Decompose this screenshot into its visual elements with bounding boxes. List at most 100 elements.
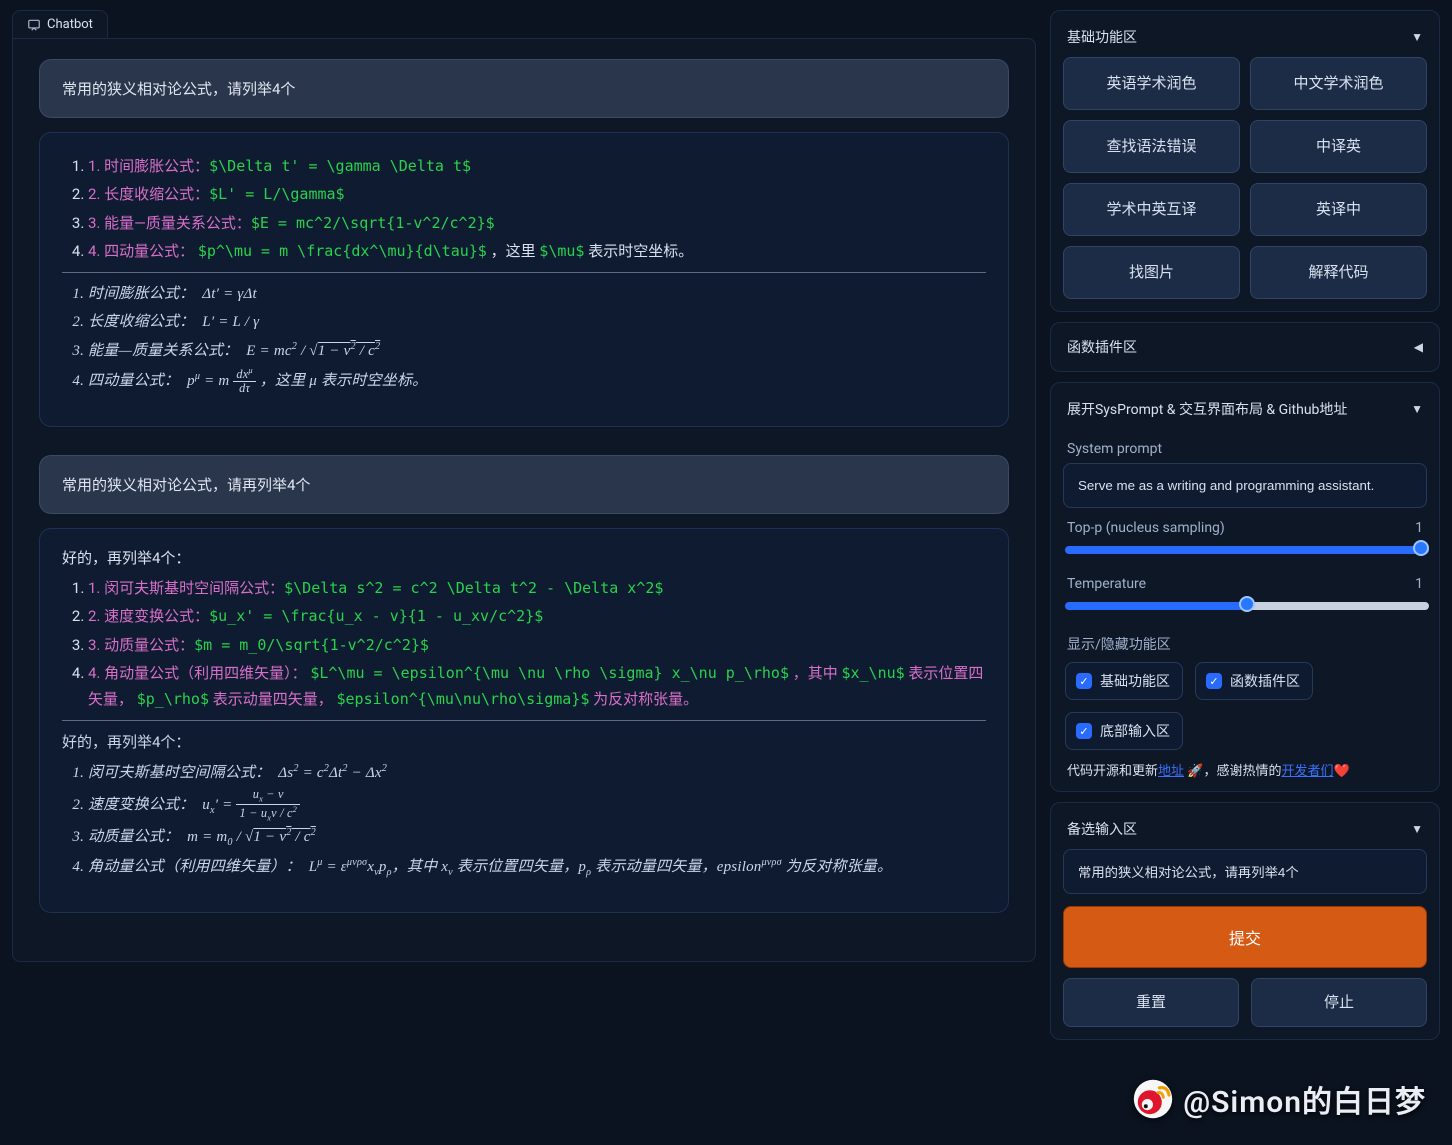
btn-en2zh[interactable]: 英译中 — [1250, 183, 1427, 236]
latex-source: $\Delta s^2 = c^2 \Delta t^2 - \Delta x^… — [284, 579, 663, 597]
toggle-label: 函数插件区 — [1230, 671, 1300, 691]
secondary-buttons: 重置 停止 — [1063, 978, 1427, 1027]
button-label: 查找语法错误 — [1106, 137, 1196, 155]
latex-source: $\mu$ — [539, 242, 584, 260]
plain-text: 为反对称张量。 — [593, 690, 698, 708]
basic-section: 基础功能区 ▼ 英语学术润色 中文学术润色 查找语法错误 中译英 学术中英互译 … — [1050, 10, 1440, 312]
section-title: 展开SysPrompt & 交互界面布局 & Github地址 — [1067, 399, 1347, 419]
assistant-pretext: 好的，再列举4个： — [62, 545, 986, 571]
stop-button[interactable]: 停止 — [1251, 978, 1427, 1027]
rendered-math: 速度变换公式： ux′ = ux − v1 − uxv / c2 — [88, 788, 986, 822]
temp-slider[interactable] — [1065, 602, 1429, 610]
tab-label: Chatbot — [47, 17, 93, 32]
list-prefix: 2. 长度收缩公式： — [88, 185, 209, 203]
plain-text: 代码开源和更新 — [1067, 764, 1158, 779]
toggle-label: 基础功能区 — [1100, 671, 1170, 691]
button-label: 停止 — [1324, 993, 1354, 1011]
list-prefix: 1. 闵可夫斯基时空间隔公式： — [88, 579, 284, 597]
credits-line: 代码开源和更新地址 🚀，感谢热情的开发者们❤️ — [1063, 754, 1427, 779]
toggle-plugins[interactable]: ✓ 函数插件区 — [1195, 662, 1313, 700]
plugins-section: 函数插件区 ◀ — [1050, 322, 1440, 372]
toggle-basic[interactable]: ✓ 基础功能区 — [1065, 662, 1183, 700]
topp-value[interactable]: 1 — [1415, 520, 1423, 536]
chevron-down-icon: ▼ — [1411, 30, 1423, 44]
system-prompt-label: System prompt — [1067, 441, 1423, 457]
list-prefix: 3. 能量—质量关系公式： — [88, 214, 251, 232]
sysprompt-section-header[interactable]: 展开SysPrompt & 交互界面布局 & Github地址 ▼ — [1063, 395, 1427, 429]
rendered-math: 闵可夫斯基时空间隔公式： Δs2 = c2Δt2 − Δx2 — [88, 760, 986, 786]
section-title: 函数插件区 — [1067, 337, 1137, 357]
rendered-math: 能量—质量关系公式： E = mc2 / √1 − v2 / c2 — [88, 338, 986, 364]
section-title: 基础功能区 — [1067, 27, 1137, 47]
checkbox-icon: ✓ — [1206, 673, 1222, 689]
button-label: 重置 — [1136, 993, 1166, 1011]
submit-button[interactable]: 提交 — [1063, 906, 1427, 968]
chevron-down-icon: ▼ — [1411, 402, 1423, 416]
btn-findimg[interactable]: 找图片 — [1063, 246, 1240, 299]
btn-zh2en[interactable]: 中译英 — [1250, 120, 1427, 173]
latex-source: $\Delta t' = \gamma \Delta t$ — [209, 157, 471, 175]
list-prefix: 2. 速度变换公式： — [88, 607, 209, 625]
topp-label: Top-p (nucleus sampling) — [1067, 520, 1225, 536]
rendered-math: 时间膨胀公式： Δt′ = γΔt — [88, 281, 986, 307]
user-message-text: 常用的狭义相对论公式，请列举4个 — [62, 80, 295, 98]
latex-source: $E = mc^2/\sqrt{1-v^2/c^2}$ — [251, 214, 495, 232]
chat-icon — [27, 18, 41, 32]
chat-panel: 常用的狭义相对论公式，请列举4个 1. 时间膨胀公式：$\Delta t' = … — [12, 38, 1036, 962]
temp-value[interactable]: 1 — [1415, 576, 1423, 592]
latex-source: $p^\mu = m \frac{dx^\mu}{d\tau}$ — [198, 242, 487, 260]
toggle-label: 底部输入区 — [1100, 721, 1170, 741]
list-prefix: 3. 动质量公式： — [88, 636, 194, 654]
sysprompt-section: 展开SysPrompt & 交互界面布局 & Github地址 ▼ System… — [1050, 382, 1440, 792]
latex-source: $L^\mu = \epsilon^{\mu \nu \rho \sigma} … — [310, 664, 789, 682]
assistant-message: 好的，再列举4个： 1. 闵可夫斯基时空间隔公式：$\Delta s^2 = c… — [39, 528, 1009, 913]
repo-link[interactable]: 地址 — [1158, 764, 1184, 779]
toggle-bottom[interactable]: ✓ 底部输入区 — [1065, 712, 1183, 750]
plain-text: ，其中 — [793, 664, 842, 682]
btn-zh-polish[interactable]: 中文学术润色 — [1250, 57, 1427, 110]
user-message-text: 常用的狭义相对论公式，请再列举4个 — [62, 476, 310, 494]
divider — [62, 272, 986, 273]
heart-icon: ❤️ — [1333, 764, 1349, 779]
btn-acad-trans[interactable]: 学术中英互译 — [1063, 183, 1240, 236]
latex-source: $x_\nu$ — [841, 664, 904, 682]
btn-explaincode[interactable]: 解释代码 — [1250, 246, 1427, 299]
rendered-math-list: 闵可夫斯基时空间隔公式： Δs2 = c2Δt2 − Δx2 速度变换公式： u… — [62, 760, 986, 882]
altinput-input[interactable] — [1063, 849, 1427, 894]
altinput-section-header[interactable]: 备选输入区 ▼ — [1063, 815, 1427, 849]
section-title: 备选输入区 — [1067, 819, 1137, 839]
devs-link[interactable]: 开发者们 — [1281, 764, 1333, 779]
latex-source: $m = m_0/\sqrt{1-v^2/c^2}$ — [194, 636, 429, 654]
btn-en-polish[interactable]: 英语学术润色 — [1063, 57, 1240, 110]
latex-source: $L' = L/\gamma$ — [209, 185, 344, 203]
plain-text: 表示时空坐标。 — [588, 242, 693, 260]
assistant-message: 1. 时间膨胀公式：$\Delta t' = \gamma \Delta t$ … — [39, 132, 1009, 427]
plugins-section-header[interactable]: 函数插件区 ◀ — [1063, 331, 1427, 363]
button-label: 找图片 — [1129, 263, 1174, 281]
system-prompt-input[interactable] — [1063, 463, 1427, 508]
rendered-math: 角动量公式（利用四维矢量）： Lμ = εμνρσxνpρ，其中 xν 表示位置… — [88, 854, 986, 882]
topp-slider[interactable] — [1065, 546, 1429, 554]
list-prefix: 1. 时间膨胀公式： — [88, 157, 209, 175]
raw-latex-list: 1. 闵可夫斯基时空间隔公式：$\Delta s^2 = c^2 \Delta … — [62, 575, 986, 712]
btn-grammar[interactable]: 查找语法错误 — [1063, 120, 1240, 173]
divider — [62, 720, 986, 721]
rendered-math-list: 时间膨胀公式： Δt′ = γΔt 长度收缩公式： L′ = L / γ 能量—… — [62, 281, 986, 396]
chevron-left-icon: ◀ — [1414, 340, 1423, 354]
button-label: 提交 — [1229, 929, 1261, 948]
chat-column: Chatbot 常用的狭义相对论公式，请列举4个 1. 时间膨胀公式：$\Del… — [12, 10, 1036, 1133]
assistant-pretext-rendered: 好的，再列举4个： — [62, 729, 986, 755]
checkbox-icon: ✓ — [1076, 723, 1092, 739]
list-prefix: 4. 四动量公式： — [88, 242, 194, 260]
reset-button[interactable]: 重置 — [1063, 978, 1239, 1027]
plain-text: 表示动量四矢量， — [213, 690, 333, 708]
toggles-group: ✓ 基础功能区 ✓ 函数插件区 ✓ 底部输入区 — [1065, 662, 1425, 750]
tab-chatbot[interactable]: Chatbot — [12, 10, 108, 38]
rendered-math: 动质量公式： m = m0 / √1 − v2 / c2 — [88, 824, 986, 852]
button-label: 英语学术润色 — [1106, 74, 1196, 92]
basic-section-header[interactable]: 基础功能区 ▼ — [1063, 23, 1427, 57]
button-label: 中译英 — [1316, 137, 1361, 155]
button-label: 解释代码 — [1308, 263, 1368, 281]
latex-source: $epsilon^{\mu\nu\rho\sigma}$ — [336, 690, 589, 708]
altinput-section: 备选输入区 ▼ 提交 重置 停止 — [1050, 802, 1440, 1040]
